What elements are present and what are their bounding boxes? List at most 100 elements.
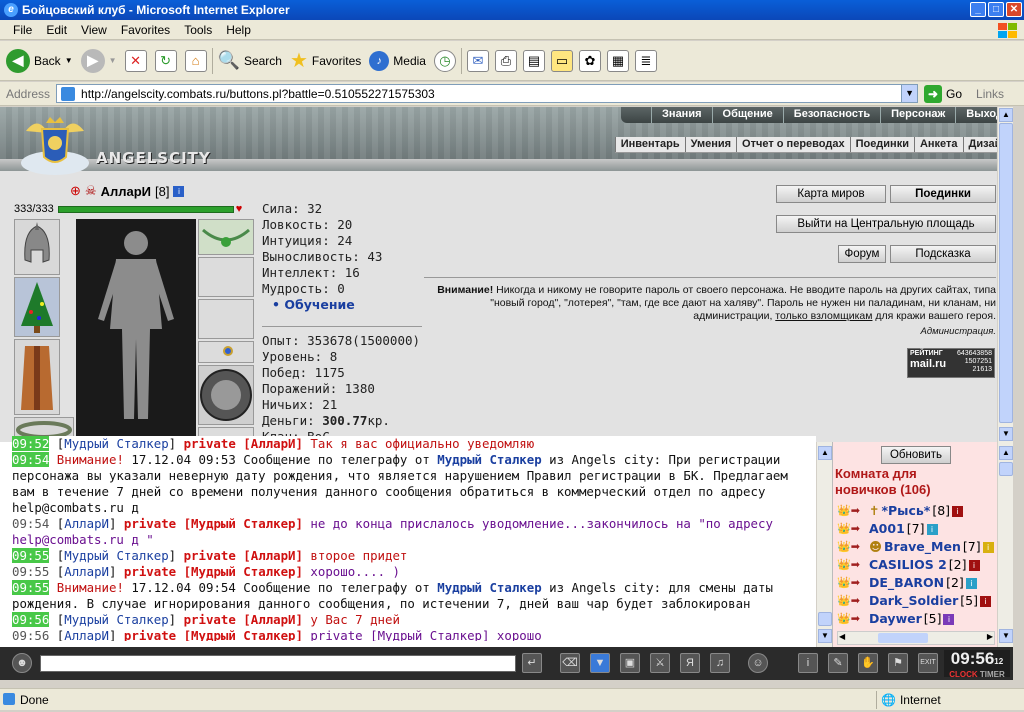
messenger-icon[interactable]: ≣	[634, 49, 657, 72]
chat-nick[interactable]: Мудрый Сталкер	[64, 436, 168, 451]
user-nick[interactable]: Dark_Soldier	[869, 592, 958, 610]
chat-nick[interactable]: Мудрый Сталкер	[64, 548, 168, 563]
user-info-icon[interactable]: i	[980, 595, 992, 607]
user-nick[interactable]: CASILIOS 2	[869, 556, 947, 574]
stop-icon[interactable]: ✕	[124, 49, 147, 72]
user-row[interactable]: 👑➡ ☻ Brave_Men [7] i	[837, 538, 994, 556]
filter-icon[interactable]: ▼	[590, 653, 610, 673]
user-nick[interactable]: *Рысь*	[881, 502, 930, 520]
forum-button[interactable]: Форум	[838, 245, 886, 263]
private-arrow-icon[interactable]: 👑➡	[837, 592, 867, 610]
nav-transfers[interactable]: Отчет о переводах	[736, 137, 850, 152]
address-input[interactable]: http://angelscity.combats.ru/buttons.pl?…	[56, 84, 919, 103]
shield-slot[interactable]	[198, 365, 254, 425]
print-icon[interactable]: ⎙	[494, 49, 517, 72]
private-arrow-icon[interactable]: 👑➡	[837, 556, 867, 574]
chat-time[interactable]: 09:54	[12, 516, 49, 531]
home-icon[interactable]: ⌂	[184, 49, 207, 72]
menu-favorites[interactable]: Favorites	[114, 23, 177, 37]
smiles-icon[interactable]: ☺	[748, 653, 768, 673]
edit-icon[interactable]: ▤	[522, 49, 545, 72]
menu-tools[interactable]: Tools	[177, 23, 219, 37]
save-log-icon[interactable]: ▣	[620, 653, 640, 673]
refresh-button[interactable]: Обновить	[881, 446, 951, 464]
refresh-icon[interactable]: ↻	[154, 49, 177, 72]
user-row[interactable]: 👑➡ CASILIOS 2 [2] i	[837, 556, 994, 574]
amulet-slot[interactable]	[198, 219, 254, 255]
menu-help[interactable]: Help	[219, 23, 258, 37]
user-row[interactable]: 👑➡ Dark_Soldier [5] i	[837, 592, 994, 610]
user-info-icon[interactable]: i	[926, 523, 938, 535]
chat-input[interactable]	[40, 655, 516, 672]
chat-time[interactable]: 09:56	[12, 612, 50, 627]
user-row[interactable]: 👑➡ DE_BARON [2] i	[837, 574, 994, 592]
mailru-rating-counter[interactable]: РЕЙТИНГ 643643858 mail.ru 1507251 21613	[907, 348, 995, 378]
chat-mode-icon[interactable]: ☻	[12, 653, 32, 673]
user-info-icon[interactable]: i	[952, 505, 964, 517]
info-icon[interactable]: i	[173, 185, 185, 197]
close-button[interactable]: ✕	[1006, 2, 1022, 17]
research-icon[interactable]: ▦	[606, 49, 629, 72]
history-icon[interactable]: ◷	[433, 49, 456, 72]
eraser-icon[interactable]: ⌫	[560, 653, 580, 673]
nav-skills[interactable]: Умения	[684, 137, 736, 152]
exit-icon[interactable]: EXIT	[918, 653, 938, 673]
helmet-slot[interactable]	[14, 219, 60, 275]
go-button[interactable]: ➜ Go	[924, 84, 962, 103]
user-info-icon[interactable]: i	[943, 613, 955, 625]
minimize-button[interactable]: _	[970, 2, 986, 17]
chat-time[interactable]: 09:55	[12, 548, 50, 563]
chat-private-tag[interactable]: private [АлларИ]	[184, 548, 303, 563]
armor-slot[interactable]	[14, 339, 60, 415]
chat-time[interactable]: 09:52	[12, 436, 50, 451]
exit-square-button[interactable]: Выйти на Центральную площадь	[776, 215, 996, 233]
nav-communication[interactable]: Общение	[711, 107, 783, 123]
chat-time[interactable]: 09:55	[12, 580, 50, 595]
room-scrollbar[interactable]: ▲ ▼	[997, 442, 1013, 647]
user-row[interactable]: 👑➡ Daywer [5] i	[837, 610, 994, 628]
forward-button[interactable]: ▶ ▼	[80, 48, 117, 73]
chat-nick[interactable]: АлларИ	[64, 516, 109, 531]
sound-icon[interactable]: ♫	[710, 653, 730, 673]
user-nick[interactable]: DE_BARON	[869, 574, 944, 592]
chat-private-tag[interactable]: private [Мудрый Сталкер]	[124, 564, 303, 579]
forward-dropdown-icon[interactable]: ▼	[109, 56, 117, 65]
private-arrow-icon[interactable]: 👑➡	[837, 610, 867, 628]
fights-button[interactable]: Поединки	[890, 185, 996, 203]
favorites-button[interactable]: ★ Favorites	[290, 48, 361, 73]
note-icon[interactable]: ▭	[550, 49, 573, 72]
nav-profile[interactable]: Анкета	[913, 137, 963, 152]
world-map-button[interactable]: Карта миров	[776, 185, 886, 203]
private-arrow-icon[interactable]: 👑➡	[837, 538, 867, 556]
chat-time[interactable]: 09:54	[12, 452, 50, 467]
chat-nick[interactable]: Мудрый Сталкер	[64, 612, 168, 627]
room-hscrollbar[interactable]: ◀ ▶	[837, 631, 995, 645]
private-arrow-icon[interactable]: 👑➡	[837, 520, 867, 538]
private-arrow-icon[interactable]: 👑➡	[837, 574, 867, 592]
back-dropdown-icon[interactable]: ▼	[65, 56, 73, 65]
chat-private-tag[interactable]: private [Мудрый Сталкер]	[124, 516, 303, 531]
character-info-icon[interactable]: i	[798, 653, 818, 673]
user-info-icon[interactable]: i	[982, 541, 994, 553]
gloves-slot[interactable]	[198, 299, 254, 339]
learning-link[interactable]: • Обучение	[272, 297, 422, 313]
search-button[interactable]: 🔍 Search	[218, 50, 282, 71]
nav-inventory[interactable]: Инвентарь	[614, 137, 685, 152]
chat-scrollbar[interactable]: ▲ ▼	[816, 442, 832, 647]
quest-icon[interactable]: ✎	[828, 653, 848, 673]
user-info-icon[interactable]: i	[968, 559, 980, 571]
rings-slot[interactable]	[198, 341, 254, 363]
user-nick[interactable]: Brave_Men	[884, 538, 961, 556]
user-nick[interactable]: Daywer	[869, 610, 922, 628]
menu-view[interactable]: View	[74, 23, 114, 37]
nav-knowledge[interactable]: Знания	[651, 107, 711, 123]
chat-private-tag[interactable]: private [Мудрый Сталкер]	[124, 628, 303, 641]
chat-nick[interactable]: АлларИ	[64, 628, 109, 641]
maximize-button[interactable]: □	[988, 2, 1004, 17]
user-nick[interactable]: A001	[869, 520, 905, 538]
send-icon[interactable]: ↵	[522, 653, 542, 673]
chat-time[interactable]: 09:56	[12, 628, 49, 641]
media-button[interactable]: ♪ Media	[369, 50, 426, 71]
hint-button[interactable]: Подсказка	[890, 245, 996, 263]
character-name[interactable]: АлларИ	[101, 184, 151, 199]
